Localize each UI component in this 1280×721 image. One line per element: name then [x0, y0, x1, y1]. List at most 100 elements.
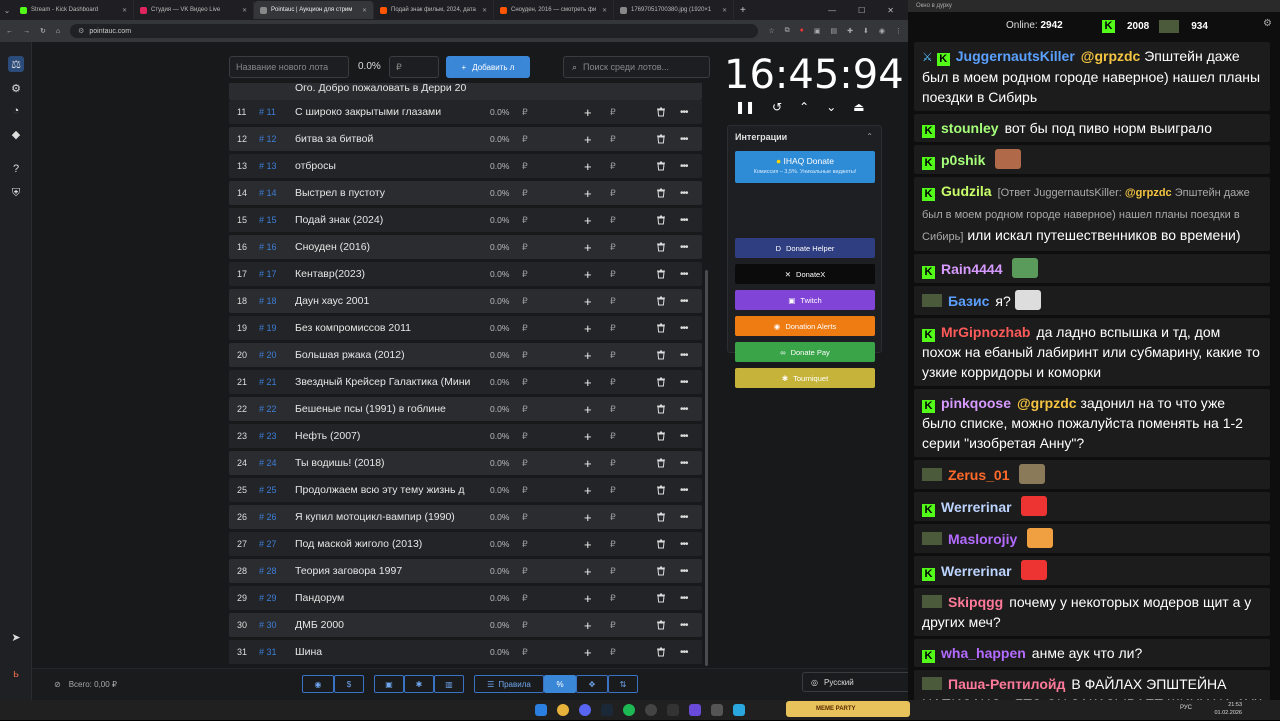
add-amount-icon[interactable]: +: [584, 429, 592, 444]
add-amount-input[interactable]: ₽: [610, 458, 616, 469]
browser-tab[interactable]: 17697051700380.jpg (1920×1 ✕: [614, 1, 734, 19]
spotify-icon[interactable]: [623, 704, 635, 716]
chat-username[interactable]: Rain4444: [941, 261, 1002, 277]
add-amount-icon[interactable]: +: [584, 564, 592, 579]
wheel-chart-icon[interactable]: ◔: [8, 103, 24, 119]
chat-username[interactable]: Maslorojiy: [948, 531, 1017, 547]
chat-settings-icon[interactable]: ⚙: [1263, 18, 1272, 29]
close-tab-icon[interactable]: ✕: [242, 7, 247, 14]
extension-icon-2[interactable]: ▣: [814, 27, 821, 35]
close-tab-icon[interactable]: ✕: [362, 7, 367, 14]
add-amount-input[interactable]: ₽: [610, 566, 616, 577]
lot-id-link[interactable]: # 19: [259, 323, 277, 333]
chat-username[interactable]: p0shik: [941, 152, 985, 168]
more-options-icon[interactable]: •••: [680, 620, 688, 631]
lot-id-link[interactable]: # 16: [259, 242, 277, 252]
lots-scrollbar[interactable]: [705, 270, 708, 666]
integration-button[interactable]: ◉ Donation Alerts: [735, 316, 875, 336]
lot-amount[interactable]: ₽: [522, 485, 528, 496]
browser-tab[interactable]: Pointauc | Аукцион для стрим ✕: [254, 1, 374, 19]
add-amount-icon[interactable]: +: [584, 267, 592, 282]
chat-username[interactable]: Gudzila: [941, 183, 992, 199]
lot-amount[interactable]: ₽: [522, 647, 528, 658]
lot-name[interactable]: Большая ржака (2012): [295, 349, 473, 361]
lot-name[interactable]: Под маской жиголо (2013): [295, 538, 473, 550]
lot-id-link[interactable]: # 18: [259, 296, 277, 306]
lot-name[interactable]: Пандорум: [295, 592, 473, 604]
lot-name[interactable]: Продолжаем всю эту тему жизнь д: [295, 484, 473, 496]
extension-icon-3[interactable]: ▤: [831, 27, 838, 35]
add-amount-icon[interactable]: +: [584, 591, 592, 606]
lot-amount[interactable]: ₽: [522, 323, 528, 334]
telegram-taskbar-icon[interactable]: [733, 704, 745, 716]
close-tab-icon[interactable]: ✕: [722, 7, 727, 14]
add-amount-input[interactable]: ₽: [610, 620, 616, 631]
more-options-icon[interactable]: •••: [680, 242, 688, 253]
downloads-icon[interactable]: ⬇: [863, 27, 869, 35]
move-button[interactable]: ✥: [576, 675, 608, 693]
add-amount-icon[interactable]: +: [584, 510, 592, 525]
boosty-icon[interactable]: ь: [8, 666, 24, 682]
trash-icon[interactable]: [656, 566, 666, 576]
trash-icon[interactable]: [656, 512, 666, 522]
browser-tab[interactable]: Stream - Kick Dashboard ✕: [14, 1, 134, 19]
browser-tab[interactable]: Студия — VK Видео Live ✕: [134, 1, 254, 19]
steam-icon[interactable]: [601, 704, 613, 716]
more-options-icon[interactable]: •••: [680, 647, 688, 658]
trash-icon[interactable]: [656, 323, 666, 333]
close-tab-icon[interactable]: ✕: [602, 7, 607, 14]
add-amount-input[interactable]: ₽: [610, 350, 616, 361]
rules-button[interactable]: ☰ Правила: [474, 675, 544, 693]
lot-amount[interactable]: ₽: [522, 107, 528, 118]
more-options-icon[interactable]: •••: [680, 431, 688, 442]
lot-id-link[interactable]: # 21: [259, 377, 277, 387]
lot-amount[interactable]: ₽: [522, 512, 528, 523]
chat-username[interactable]: Werrerinar: [941, 499, 1012, 515]
lot-amount[interactable]: ₽: [522, 161, 528, 172]
trash-icon[interactable]: [656, 134, 666, 144]
trash-icon[interactable]: [656, 458, 666, 468]
more-options-icon[interactable]: •••: [680, 323, 688, 334]
profile-icon[interactable]: ◉: [879, 27, 885, 35]
system-clock[interactable]: 21:53 01.02.2026: [1214, 701, 1242, 717]
add-amount-icon[interactable]: +: [584, 186, 592, 201]
minimize-icon[interactable]: —: [828, 6, 836, 15]
more-options-icon[interactable]: •••: [680, 485, 688, 496]
new-tab-button[interactable]: +: [734, 5, 746, 16]
lot-name[interactable]: ДМБ 2000: [295, 619, 473, 631]
more-options-icon[interactable]: •••: [680, 161, 688, 172]
chat-username[interactable]: pinkqoose: [941, 395, 1011, 411]
chat-username[interactable]: JuggernautsKiller: [956, 48, 1075, 64]
lot-amount[interactable]: ₽: [522, 458, 528, 469]
meme-party-widget[interactable]: MEME PARTY: [786, 701, 910, 717]
lot-id-link[interactable]: # 23: [259, 431, 277, 441]
lot-id-link[interactable]: # 31: [259, 647, 277, 657]
add-amount-icon[interactable]: +: [584, 213, 592, 228]
app-icon-2[interactable]: [689, 704, 701, 716]
lot-amount[interactable]: ₽: [522, 566, 528, 577]
lot-id-link[interactable]: # 13: [259, 161, 277, 171]
lot-amount[interactable]: ₽: [522, 377, 528, 388]
home-icon[interactable]: ⌂: [56, 28, 60, 35]
browser-tab[interactable]: Сноуден, 2016 — смотреть фи ✕: [494, 1, 614, 19]
add-amount-input[interactable]: ₽: [610, 215, 616, 226]
more-options-icon[interactable]: •••: [680, 107, 688, 118]
more-options-icon[interactable]: •••: [680, 296, 688, 307]
lot-name[interactable]: Ты водишь! (2018): [295, 457, 473, 469]
more-options-icon[interactable]: •••: [680, 404, 688, 415]
add-amount-input[interactable]: ₽: [610, 242, 616, 253]
app-icon[interactable]: [667, 704, 679, 716]
lot-amount[interactable]: ₽: [522, 593, 528, 604]
add-amount-input[interactable]: ₽: [610, 107, 616, 118]
lot-search-input[interactable]: ⌕ Поиск среди лотов...: [563, 56, 710, 78]
tab-search-icon[interactable]: ⌄: [0, 6, 14, 15]
obs-icon[interactable]: [645, 704, 657, 716]
add-amount-input[interactable]: ₽: [610, 377, 616, 388]
sort-button[interactable]: ⇅: [608, 675, 638, 693]
integration-button[interactable]: ▣ Twitch: [735, 290, 875, 310]
trash-icon[interactable]: [656, 404, 666, 414]
trash-icon[interactable]: [656, 161, 666, 171]
reload-icon[interactable]: ↻: [40, 27, 46, 35]
lot-id-link[interactable]: # 26: [259, 512, 277, 522]
chrome-icon[interactable]: [557, 704, 569, 716]
